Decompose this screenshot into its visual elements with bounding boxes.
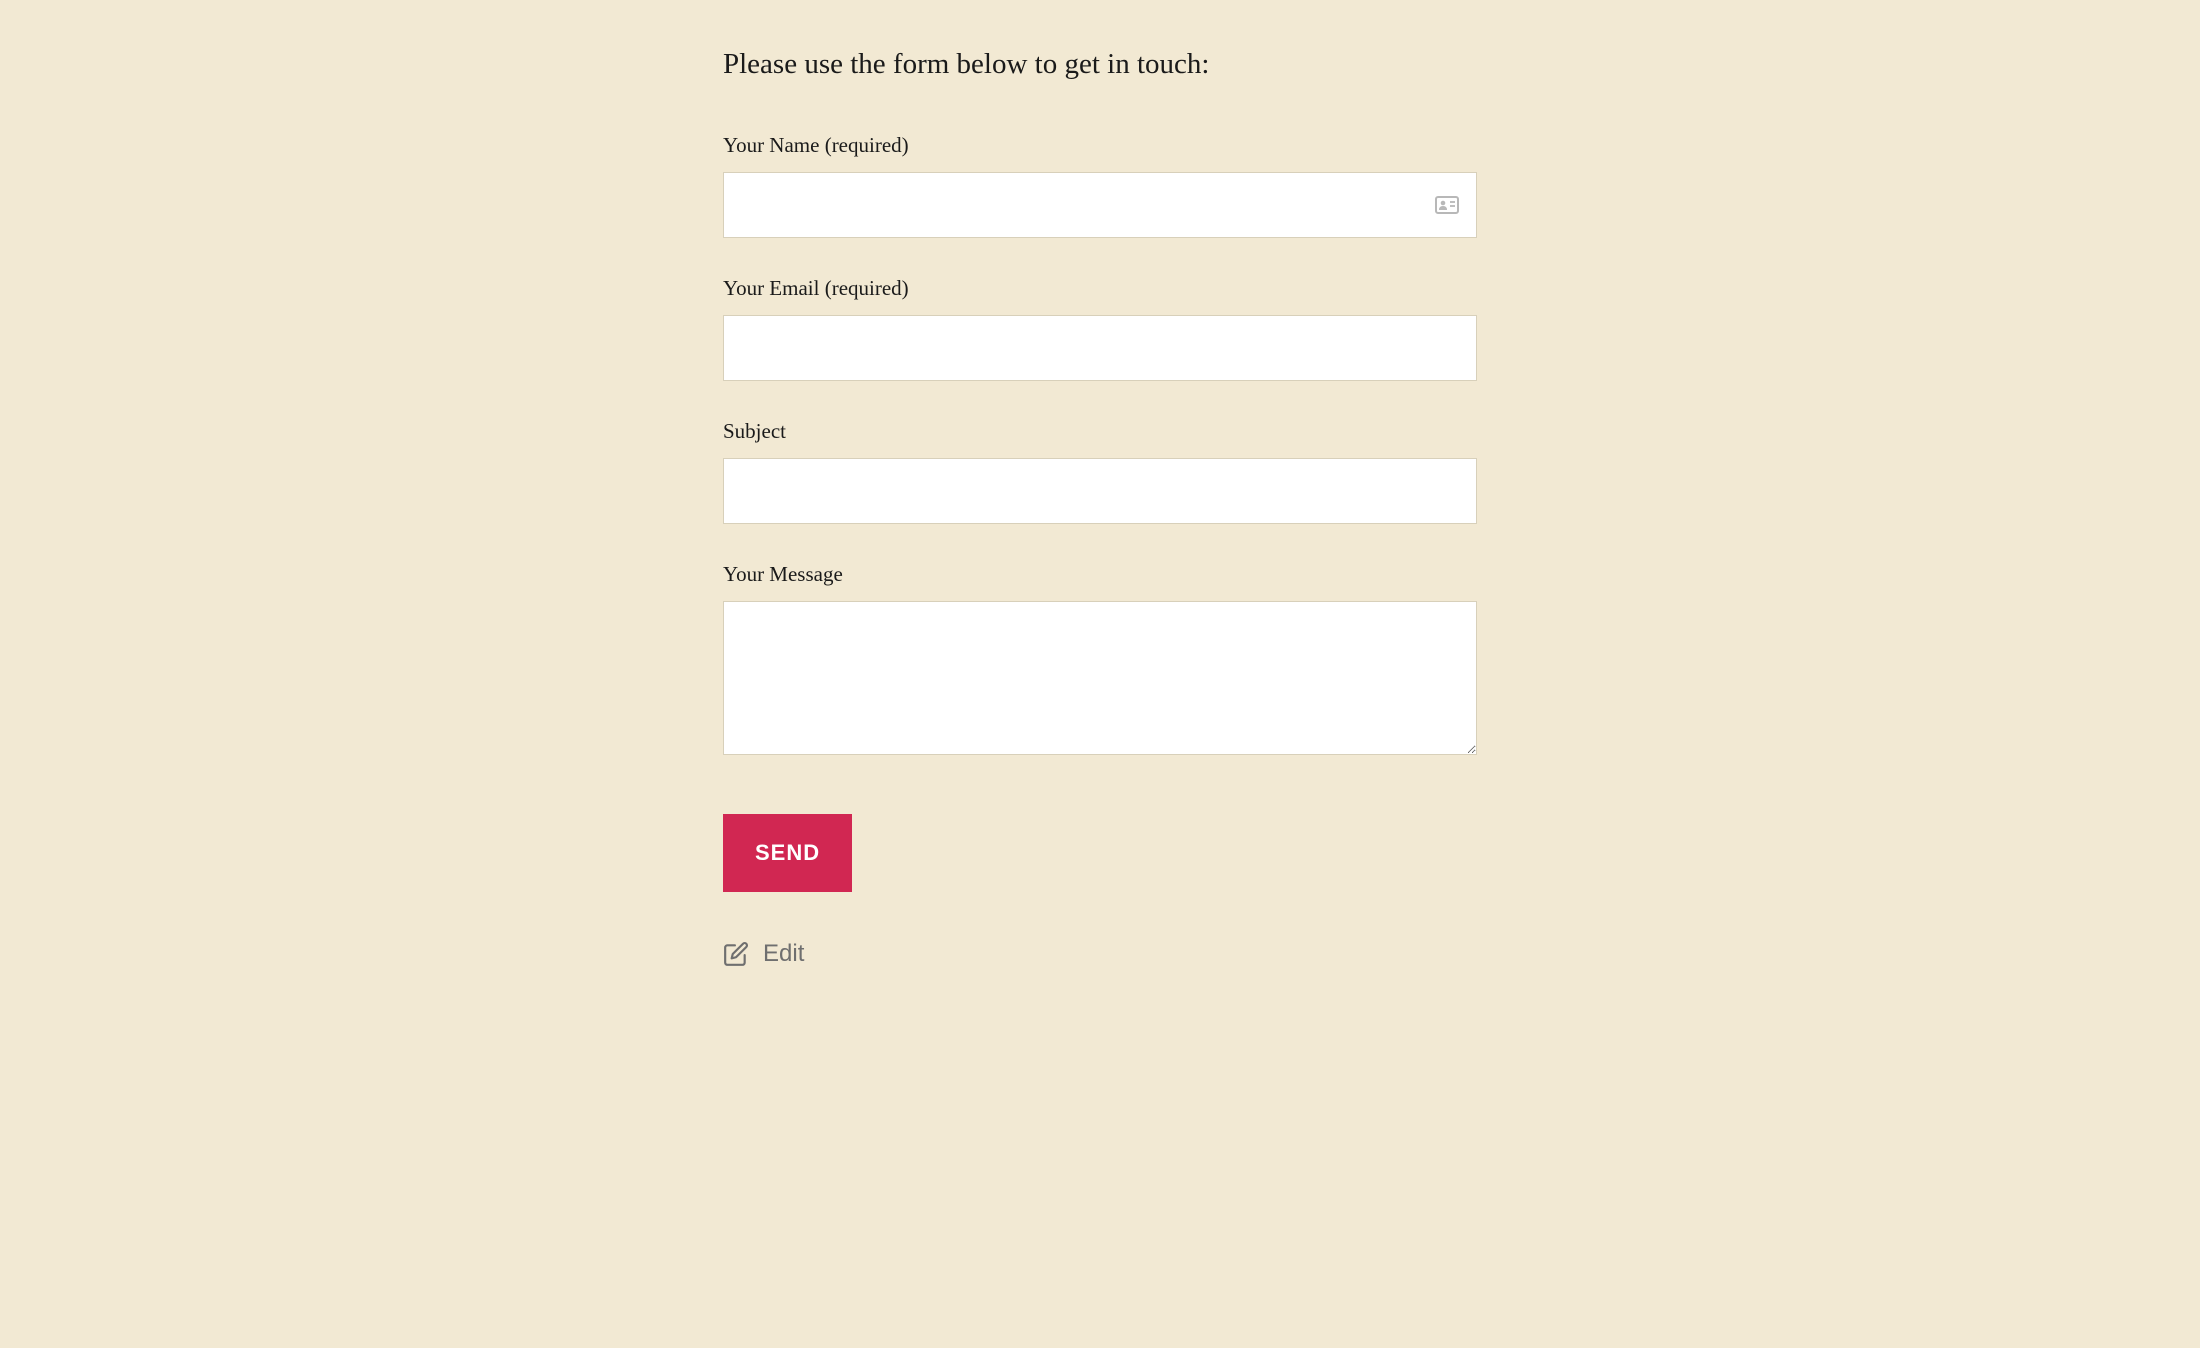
send-button[interactable]: SEND (723, 814, 852, 892)
subject-field-group: Subject (723, 419, 1477, 524)
name-input[interactable] (723, 172, 1477, 238)
edit-label: Edit (763, 940, 804, 968)
intro-text: Please use the form below to get in touc… (723, 48, 1477, 81)
subject-label: Subject (723, 419, 1477, 444)
contact-form-container: Please use the form below to get in touc… (723, 0, 1477, 1012)
email-field-group: Your Email (required) (723, 276, 1477, 381)
name-input-wrapper (723, 172, 1477, 238)
email-input[interactable] (723, 315, 1477, 381)
contact-form: Your Name (required) Your Email (require… (723, 133, 1477, 940)
message-field-group: Your Message (723, 562, 1477, 760)
pencil-square-icon (723, 941, 749, 967)
name-field-group: Your Name (required) (723, 133, 1477, 238)
email-label: Your Email (required) (723, 276, 1477, 301)
message-label: Your Message (723, 562, 1477, 587)
edit-link[interactable]: Edit (723, 940, 804, 968)
message-textarea[interactable] (723, 601, 1477, 755)
subject-input[interactable] (723, 458, 1477, 524)
name-label: Your Name (required) (723, 133, 1477, 158)
